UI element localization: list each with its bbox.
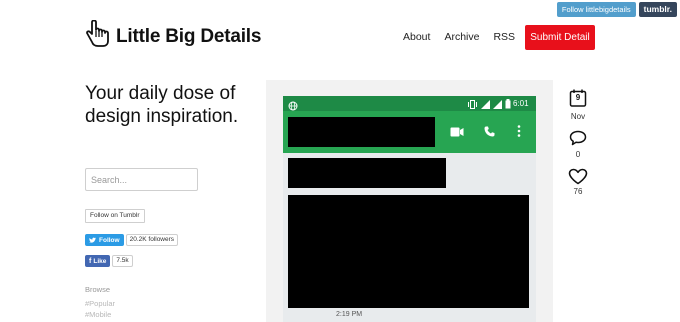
tagline: Your daily dose of design inspiration.	[85, 83, 239, 127]
search-input[interactable]: Search...	[85, 168, 198, 191]
facebook-like-button[interactable]: f Like	[85, 255, 111, 267]
nav-about-link[interactable]: About	[403, 31, 430, 43]
nav-archive-link[interactable]: Archive	[444, 31, 479, 43]
facebook-like-widget: f Like 7.5k	[85, 255, 133, 267]
signal-icon	[481, 99, 490, 109]
like-count: 76	[573, 187, 583, 196]
page: Follow littlebigdetails tumblr. Little B…	[0, 0, 680, 322]
facebook-f-icon: f	[89, 257, 92, 265]
twitter-follow-widget: Follow 20.2K followers	[85, 234, 179, 246]
browse-heading: Browse	[85, 285, 111, 294]
tag-link-popular[interactable]: #Popular	[85, 299, 115, 308]
site-title: Little Big Details	[116, 25, 262, 47]
twitter-follow-button[interactable]: Follow	[85, 234, 124, 246]
vibrate-icon	[468, 99, 477, 109]
signal-icon-2	[493, 99, 502, 109]
phone-status-time: 6:01	[513, 99, 529, 108]
follow-on-tumblr-button[interactable]: Follow on Tumblr	[85, 209, 145, 223]
heart-icon[interactable]	[568, 168, 588, 185]
video-call-icon	[450, 124, 464, 142]
phone-call-icon	[484, 124, 495, 142]
post-date-day: 9	[575, 93, 581, 102]
redacted-message-2	[288, 195, 529, 308]
nav-rss-link[interactable]: RSS	[493, 31, 515, 43]
redacted-contact-name	[288, 117, 435, 147]
overflow-menu-icon	[517, 124, 521, 142]
status-icons	[467, 99, 511, 109]
twitter-follow-label: Follow	[99, 236, 120, 244]
redacted-message-1	[288, 158, 446, 188]
battery-icon	[505, 99, 511, 109]
post-date-month: Nov	[570, 112, 586, 121]
comment-icon[interactable]	[569, 130, 587, 146]
comment-count: 0	[575, 150, 581, 159]
site-logo[interactable]: Little Big Details	[84, 19, 262, 53]
main-nav: About Archive RSS	[403, 31, 515, 43]
message-timestamp: 2:19 PM	[336, 311, 363, 318]
facebook-like-count: 7.5k	[112, 255, 133, 267]
tumblr-logo-button[interactable]: tumblr.	[638, 2, 677, 17]
tumblr-follow-button[interactable]: Follow littlebigdetails	[556, 2, 636, 17]
twitter-bird-icon	[89, 237, 96, 243]
facebook-like-label: Like	[93, 257, 107, 265]
submit-detail-button[interactable]: Submit Detail	[525, 25, 595, 50]
hand-cursor-icon	[84, 19, 110, 53]
tag-link-mobile[interactable]: #Mobile	[85, 310, 111, 319]
twitter-follower-count: 20.2K followers	[125, 234, 179, 246]
tumblr-bar: Follow littlebigdetails tumblr.	[556, 2, 677, 17]
